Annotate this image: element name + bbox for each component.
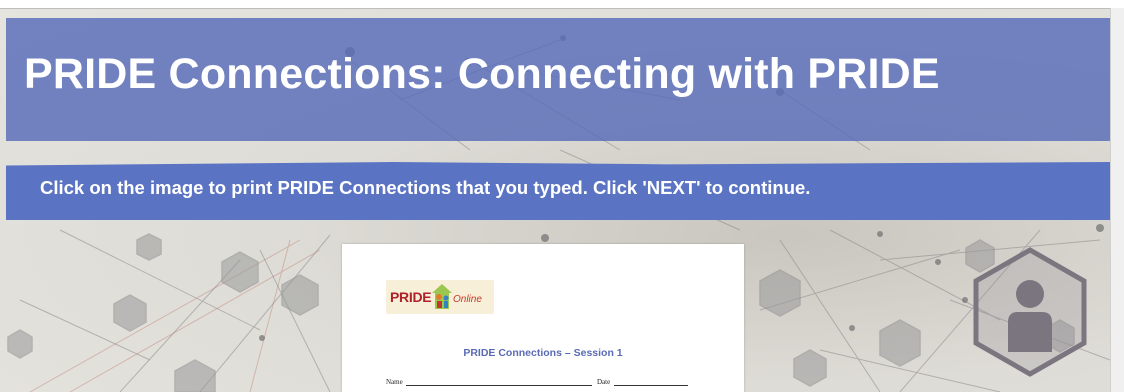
document-heading: PRIDE Connections – Session 1: [463, 347, 623, 359]
person-icon: [973, 247, 1087, 377]
date-field-label: Date: [597, 378, 611, 386]
page-title: PRIDE Connections: Connecting with PRIDE: [24, 50, 940, 98]
logo-text: PRIDE: [390, 289, 432, 305]
pride-online-logo: PRIDE Online: [386, 280, 494, 314]
house-family-icon: [432, 284, 452, 309]
print-document-image[interactable]: PRIDE Online PRIDE Connections – Session…: [342, 244, 744, 392]
instruction-text: Click on the image to print PRIDE Connec…: [40, 177, 811, 198]
date-field-line: [614, 385, 688, 386]
name-field-line: [406, 385, 592, 386]
logo-subtext: Online: [453, 294, 482, 305]
vertical-scrollbar[interactable]: [1110, 8, 1124, 392]
slide-stage: PRIDE Connections: Connecting with PRIDE…: [0, 0, 1124, 392]
name-field-label: Name: [386, 378, 403, 386]
